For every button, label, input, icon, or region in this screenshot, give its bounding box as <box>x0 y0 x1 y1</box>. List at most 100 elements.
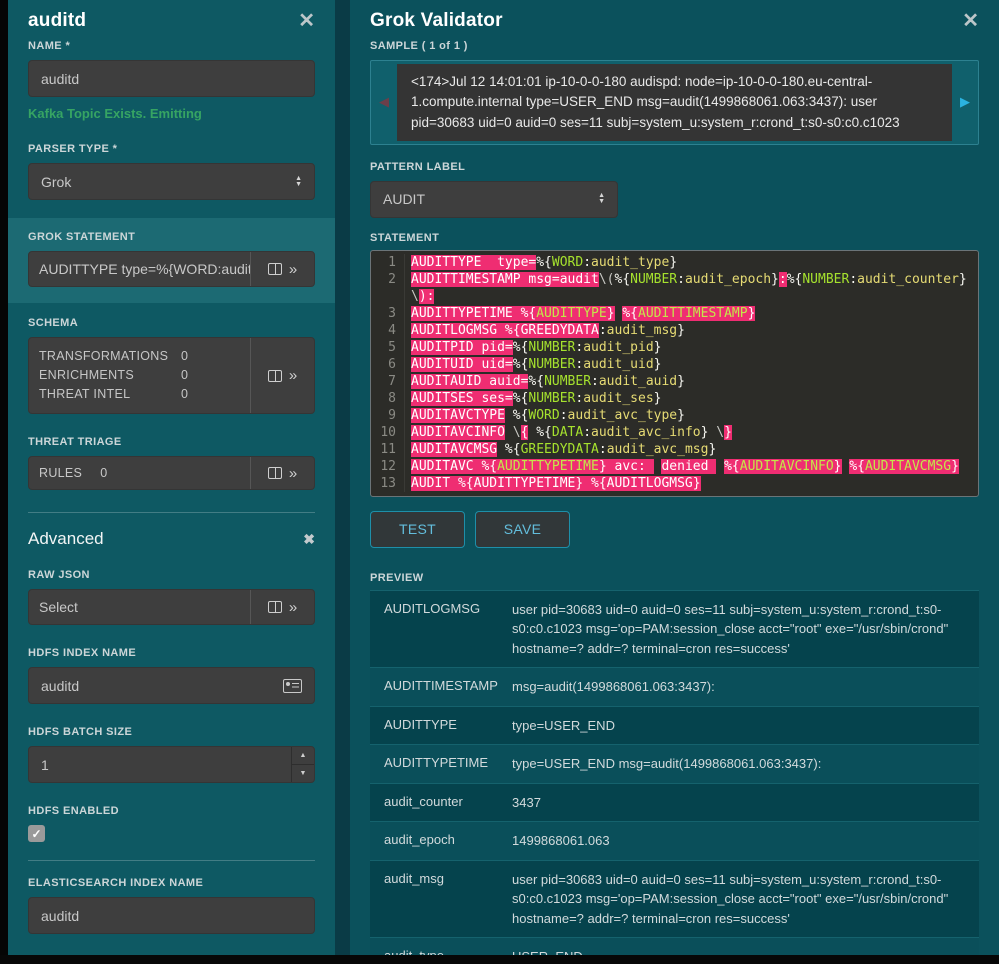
statement-line[interactable]: 13 AUDIT %{AUDITTYPETIME} %{AUDITLOGMSG} <box>371 474 972 492</box>
statement-line[interactable]: 4 AUDITLOGMSG %{GREEDYDATA:audit_msg} <box>371 321 972 339</box>
schema-item-label: THREAT INTEL <box>39 387 131 401</box>
columns-icon <box>267 601 282 613</box>
code-token: } <box>653 390 662 406</box>
hdfs-enabled-checkbox[interactable]: ✓ <box>28 825 45 842</box>
parser-type-value: Grok <box>41 173 72 190</box>
code-token: : <box>677 271 685 287</box>
code-token: AUDITAVCINFO <box>411 424 505 440</box>
elasticsearch-index-name-input[interactable] <box>28 897 315 934</box>
divider <box>28 512 315 513</box>
code-token: %{ <box>512 390 529 406</box>
code-token: } <box>833 458 842 474</box>
save-button[interactable]: SAVE <box>475 510 570 548</box>
line-number: 3 <box>371 304 405 322</box>
code-token: audit_counter <box>857 271 959 287</box>
statement-line-code: AUDIT %{AUDITTYPETIME} %{AUDITLOGMSG} <box>411 475 972 492</box>
sample-text[interactable]: <174>Jul 12 14:01:01 ip-10-0-0-180 audis… <box>397 64 952 141</box>
code-token: audit_ses <box>583 390 654 406</box>
statement-line[interactable]: 5 AUDITPID pid=%{NUMBER:audit_pid} <box>371 338 972 356</box>
line-number: 2 <box>371 270 405 305</box>
preview-row: AUDITTYPETIME type=USER_END msg=audit(149… <box>370 745 979 784</box>
statement-line[interactable]: 3 AUDITTYPETIME %{AUDITTYPE} %{AUDITTIMES… <box>371 304 972 322</box>
number-spinner[interactable]: ▲ ▼ <box>291 747 314 782</box>
code-token: audit_avc_info <box>591 424 701 440</box>
raw-json-field: Select » <box>28 589 315 625</box>
code-token: %{ <box>622 305 638 321</box>
statement-line[interactable]: 10 AUDITAVCINFO \{ %{DATA:audit_avc_info}… <box>371 423 972 441</box>
grok-statement-value[interactable]: AUDITTYPE type=%{WORD:audit <box>29 252 250 286</box>
preview-label: PREVIEW <box>370 571 424 584</box>
next-sample-icon[interactable]: ▶ <box>952 61 978 144</box>
columns-icon <box>267 263 282 275</box>
schema-item-count: 0 <box>181 387 189 401</box>
line-number: 11 <box>371 440 405 458</box>
code-token: AUDITPID pid= <box>411 339 513 355</box>
schema-expand-button[interactable]: » <box>250 338 314 413</box>
grok-statement-expand-button[interactable]: » <box>250 252 314 286</box>
preview-field-value: type=USER_END msg=audit(1499868061.063:3… <box>512 756 822 772</box>
close-icon[interactable]: ✕ <box>962 10 979 32</box>
hdfs-batch-size-value: 1 <box>41 756 49 773</box>
statement-editor[interactable]: 1 AUDITTYPE type=%{WORD:audit_type} 2 AUDIT… <box>370 249 979 497</box>
line-number: 4 <box>371 321 405 339</box>
statement-line[interactable]: 11 AUDITAVCMSG %{GREEDYDATA:audit_avc_msg… <box>371 440 972 458</box>
statement-line-code: AUDITPID pid=%{NUMBER:audit_pid} <box>411 339 972 356</box>
code-token: \ <box>716 424 725 440</box>
statement-line[interactable]: 12 AUDITAVC %{AUDITTYPETIME} avc: denied … <box>371 457 972 475</box>
threat-triage-field: RULES 0 » <box>28 456 315 490</box>
kafka-status-text: Kafka Topic Exists. Emitting <box>28 106 202 121</box>
preview-field-value: 3437 <box>512 794 541 810</box>
preview-field-name: audit_msg <box>384 870 444 886</box>
preview-field-name: AUDITLOGMSG <box>384 600 481 616</box>
advanced-close-icon[interactable]: ✖ <box>303 531 315 548</box>
test-button[interactable]: TEST <box>370 510 465 548</box>
name-input[interactable] <box>28 60 315 97</box>
preview-field-name: audit_epoch <box>384 832 455 848</box>
code-token: \ <box>411 288 419 304</box>
preview-field-name: AUDITTYPE <box>384 716 457 732</box>
line-number: 1 <box>371 253 405 271</box>
hdfs-batch-size-stepper[interactable]: 1 ▲ ▼ <box>28 746 315 783</box>
code-token: AUDITTIMESTAMP <box>638 305 748 321</box>
hdfs-batch-size-label: HDFS BATCH SIZE <box>28 726 133 738</box>
statement-line-code: AUDITUID uid=%{NUMBER:audit_uid} <box>411 356 972 373</box>
grok-statement-label: GROK STATEMENT <box>28 231 136 243</box>
statement-line[interactable]: 9 AUDITAVCTYPE %{WORD:audit_avc_type} <box>371 406 972 424</box>
code-token: AUDITUID uid= <box>411 356 513 372</box>
code-token: AUDITSES ses= <box>411 390 513 406</box>
code-token: AUDITLOGMSG %{GREEDYDATA <box>411 322 599 338</box>
statement-line-code: AUDITTIMESTAMP msg=audit\(%{NUMBER:audit… <box>411 271 972 305</box>
previous-sample-icon[interactable]: ◀ <box>371 61 397 144</box>
line-number: 9 <box>371 406 405 424</box>
statement-line[interactable]: 1 AUDITTYPE type=%{WORD:audit_type} <box>371 253 972 271</box>
statement-line[interactable]: 2 AUDITTIMESTAMP msg=audit\(%{NUMBER:audi… <box>371 270 972 305</box>
line-number: 10 <box>371 423 405 441</box>
raw-json-expand-button[interactable]: » <box>250 590 314 624</box>
raw-json-value[interactable]: Select <box>29 590 250 624</box>
statement-line[interactable]: 8 AUDITSES ses=%{NUMBER:audit_ses} <box>371 389 972 407</box>
raw-json-label: RAW JSON <box>28 569 90 581</box>
spinner-up-icon[interactable]: ▲ <box>292 747 314 765</box>
code-token: DATA <box>551 424 584 440</box>
statement-line[interactable]: 7 AUDITAUID auid=%{NUMBER:audit_auid} <box>371 372 972 390</box>
statement-line[interactable]: 6 AUDITUID uid=%{NUMBER:audit_uid} <box>371 355 972 373</box>
grok-statement-field: AUDITTYPE type=%{WORD:audit » <box>28 251 315 287</box>
code-token: } <box>606 305 615 321</box>
code-token: WORD <box>551 254 584 270</box>
code-token: } <box>708 441 717 457</box>
close-icon[interactable]: ✕ <box>298 10 315 32</box>
hdfs-index-name-input[interactable]: auditd <box>28 667 315 704</box>
sample-label: SAMPLE ( 1 of 1 ) <box>370 40 468 52</box>
pattern-label-value: AUDIT <box>383 191 425 208</box>
code-token: audit_type <box>591 254 670 270</box>
code-token: NUMBER <box>630 271 678 287</box>
threat-triage-summary[interactable]: RULES 0 <box>29 457 250 489</box>
code-token: : <box>559 407 568 423</box>
spinner-down-icon[interactable]: ▼ <box>292 765 314 782</box>
schema-summary[interactable]: TRANSFORMATIONS 0 ENRICHMENTS 0 THREAT INTEL… <box>29 338 250 413</box>
parser-type-select[interactable]: Grok ▲ ▼ <box>28 163 315 200</box>
threat-triage-expand-button[interactable]: » <box>250 457 314 489</box>
pattern-label-select[interactable]: AUDIT ▲ ▼ <box>370 180 618 218</box>
preview-field-value: user pid=30683 uid=0 auid=0 ses=11 subj=… <box>512 601 949 656</box>
